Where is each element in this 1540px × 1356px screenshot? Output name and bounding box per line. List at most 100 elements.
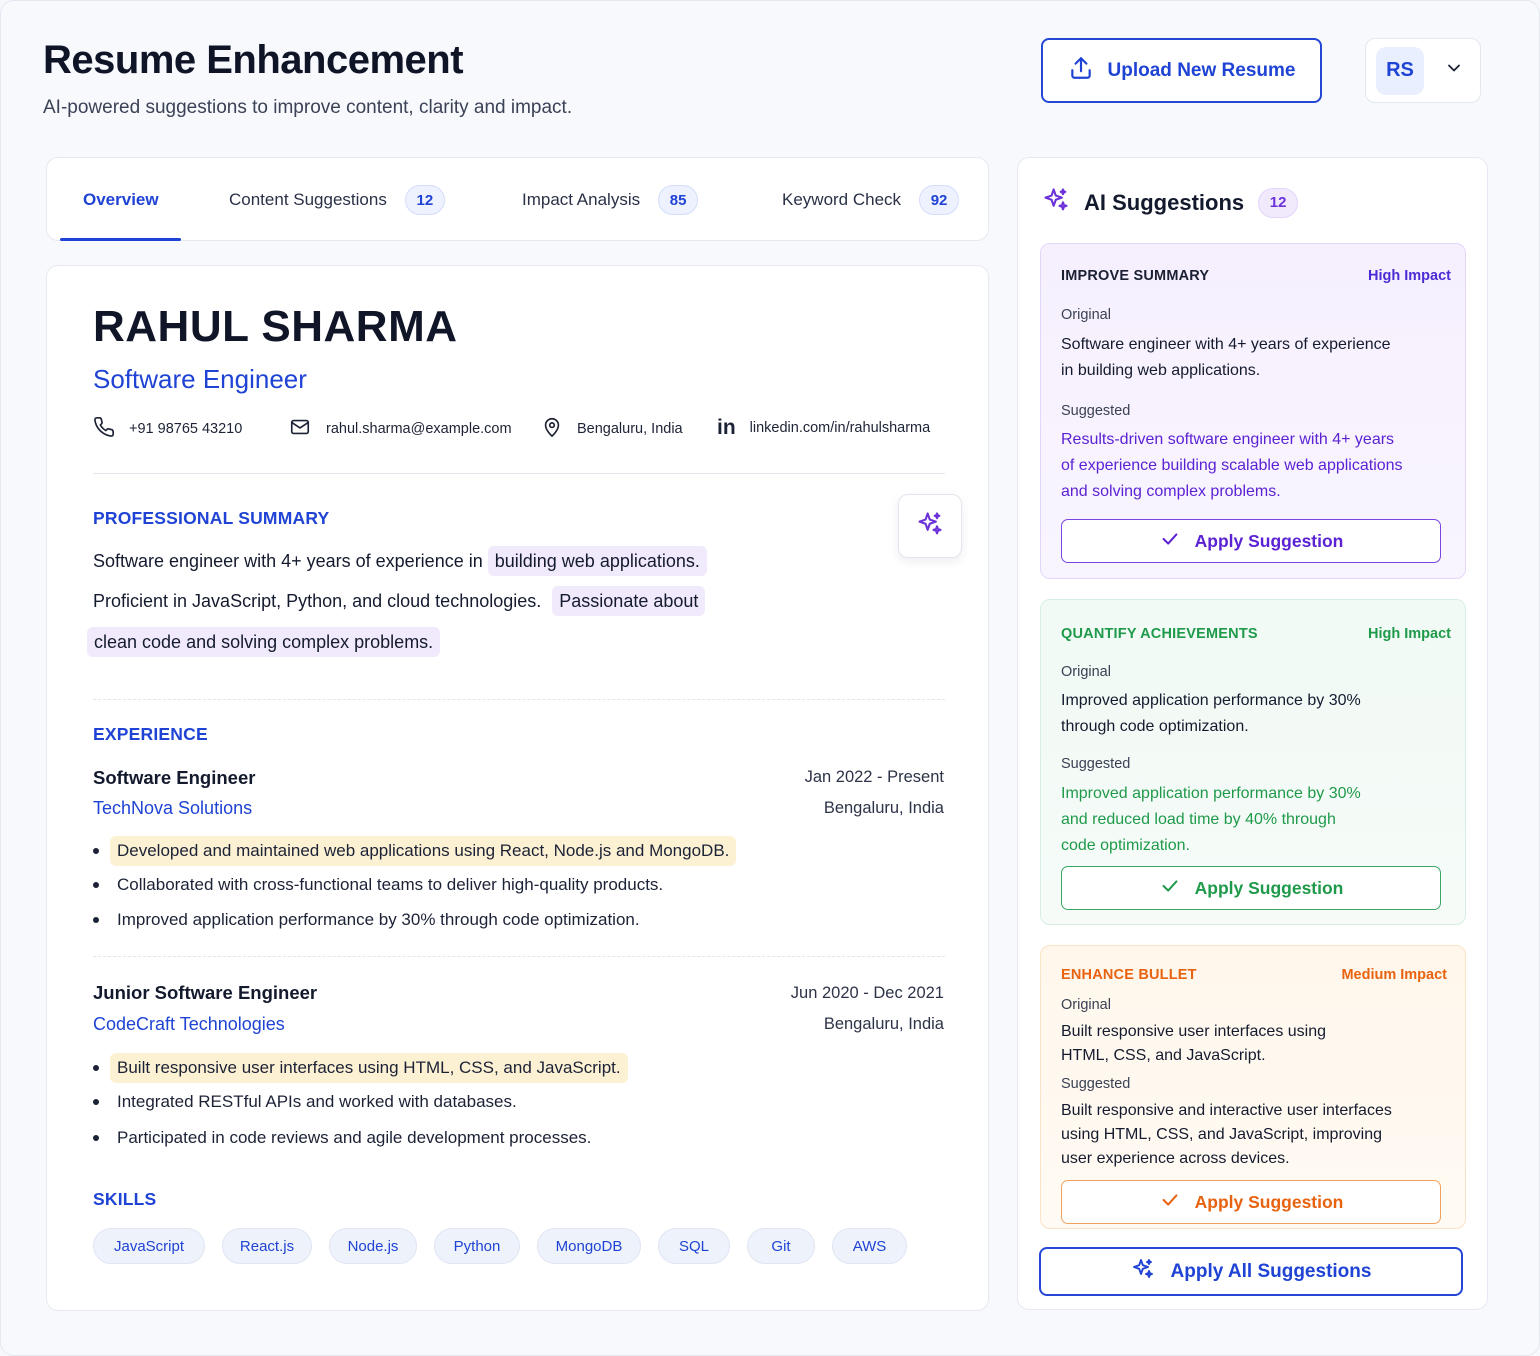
summary-text: Software engineer with 4+ years of exper… (93, 551, 483, 571)
highlighted-text[interactable]: Developed and maintained web application… (110, 836, 737, 866)
divider (93, 956, 945, 957)
tab-label: Content Suggestions (229, 190, 387, 209)
ai-panel-header: AI Suggestions 12 (1042, 186, 1299, 219)
contact-linkedin[interactable]: in linkedin.com/in/rahulsharma (717, 416, 930, 440)
impact-label: High Impact (1368, 268, 1451, 284)
text-line: Improved application performance by 30% (1061, 785, 1361, 802)
text-line: code optimization. (1061, 837, 1190, 854)
highlighted-text[interactable]: Built responsive user interfaces using H… (110, 1053, 628, 1083)
apply-label: Apply Suggestion (1194, 1191, 1344, 1212)
divider (93, 473, 945, 474)
suggestion-card-bullet: ENHANCE BULLET Medium Impact Original Bu… (1040, 945, 1466, 1229)
original-text: Built responsive user interfaces using H… (1061, 1020, 1326, 1068)
tab-bar: Overview Content Suggestions 12 Impact A… (46, 157, 989, 241)
apply-all-suggestions-button[interactable]: Apply All Suggestions (1039, 1247, 1463, 1296)
apply-suggestion-button[interactable]: Apply Suggestion (1061, 519, 1441, 563)
tab-label: Keyword Check (782, 190, 902, 209)
suggestion-heading: IMPROVE SUMMARY (1061, 268, 1210, 284)
text-line: Built responsive and interactive user in… (1061, 1102, 1392, 1119)
skill-chip[interactable]: React.js (222, 1228, 312, 1264)
text-line: through code optimization. (1061, 718, 1249, 735)
bullet-text: Integrated RESTful APIs and worked with … (117, 1092, 517, 1111)
linkedin-icon: in (717, 416, 736, 439)
suggestion-heading: ENHANCE BULLET (1061, 967, 1197, 983)
summary-line-1: Software engineer with 4+ years of exper… (93, 546, 707, 576)
upload-button-label: Upload New Resume (1107, 59, 1296, 81)
skill-chip[interactable]: Python (434, 1228, 520, 1264)
mail-icon (288, 416, 312, 442)
job-dates: Jun 2020 - Dec 2021 (790, 984, 944, 1002)
apply-suggestion-button[interactable]: Apply Suggestion (1061, 1180, 1441, 1224)
highlighted-text[interactable]: clean code and solving complex problems. (87, 627, 441, 657)
phone-icon (93, 416, 115, 442)
linkedin-text: linkedin.com/in/rahulsharma (749, 420, 931, 436)
suggestion-card-quantify: QUANTIFY ACHIEVEMENTS High Impact Origin… (1040, 599, 1466, 925)
list-item: Integrated RESTful APIs and worked with … (93, 1092, 517, 1112)
bullet-dot (93, 1135, 99, 1141)
list-item: Developed and maintained web application… (93, 836, 737, 866)
text-line: Software engineer with 4+ years of exper… (1061, 336, 1391, 353)
bullet-text: Participated in code reviews and agile d… (117, 1128, 592, 1147)
skill-chip[interactable]: Node.js (329, 1228, 417, 1264)
bullet-dot (93, 1099, 99, 1105)
resume-preview: RAHUL SHARMA Software Engineer +91 98765… (46, 265, 989, 1311)
contact-location: Bengaluru, India (541, 416, 683, 442)
ai-panel-title: AI Suggestions (1084, 189, 1245, 215)
ai-enhance-button[interactable] (898, 494, 962, 558)
text-line: Results-driven software engineer with 4+… (1061, 431, 1395, 448)
tab-content-suggestions[interactable]: Content Suggestions 12 (229, 158, 445, 242)
list-item: Collaborated with cross-functional teams… (93, 875, 663, 895)
suggested-label: Suggested (1061, 756, 1131, 772)
tab-label: Overview (83, 190, 159, 209)
phone-text: +91 98765 43210 (129, 421, 243, 437)
highlighted-text[interactable]: building web applications. (487, 546, 707, 576)
location-pin-icon (541, 416, 563, 442)
skill-chip[interactable]: Git (747, 1228, 815, 1264)
chevron-down-icon (1444, 58, 1464, 83)
count-badge: 12 (1258, 187, 1299, 218)
bullet-text: Collaborated with cross-functional teams… (117, 875, 664, 894)
upload-resume-button[interactable]: Upload New Resume (1041, 38, 1322, 103)
user-menu[interactable]: RS (1365, 38, 1481, 103)
divider (93, 699, 945, 700)
email-text: rahul.sharma@example.com (326, 421, 512, 437)
skill-chip[interactable]: AWS (832, 1228, 907, 1264)
job-location: Bengaluru, India (823, 799, 944, 817)
tab-keyword-check[interactable]: Keyword Check 92 (782, 158, 960, 242)
skill-chip[interactable]: SQL (658, 1228, 730, 1264)
suggested-text: Improved application performance by 30% … (1061, 781, 1361, 859)
bullet-dot (93, 917, 99, 923)
bullet-dot (93, 1065, 99, 1071)
upload-icon (1068, 55, 1094, 87)
text-line: Improved application performance by 30% (1061, 692, 1361, 709)
apply-suggestion-button[interactable]: Apply Suggestion (1061, 866, 1441, 910)
text-line: and solving complex problems. (1061, 483, 1281, 500)
tab-overview[interactable]: Overview (83, 158, 159, 242)
suggested-label: Suggested (1061, 403, 1131, 419)
active-tab-indicator (60, 238, 181, 241)
skill-chip[interactable]: JavaScript (93, 1228, 205, 1264)
highlighted-text[interactable]: Passionate about (552, 586, 706, 616)
sparkle-icon (916, 510, 944, 543)
tab-impact-analysis[interactable]: Impact Analysis 85 (522, 158, 699, 242)
check-icon (1159, 528, 1181, 555)
original-label: Original (1061, 664, 1111, 680)
skill-chip[interactable]: MongoDB (537, 1228, 641, 1264)
original-label: Original (1061, 997, 1111, 1013)
avatar: RS (1376, 46, 1424, 95)
experience-heading: EXPERIENCE (93, 724, 208, 744)
list-item: Built responsive user interfaces using H… (93, 1053, 628, 1083)
bullet-dot (93, 882, 99, 888)
job-dates: Jan 2022 - Present (804, 768, 944, 786)
text-line: Built responsive user interfaces using (1061, 1023, 1327, 1040)
text-line: HTML, CSS, and JavaScript. (1061, 1047, 1266, 1064)
impact-label: Medium Impact (1341, 967, 1447, 983)
sparkle-icon (1131, 1257, 1155, 1287)
list-item: Improved application performance by 30% … (93, 910, 640, 930)
suggested-label: Suggested (1061, 1076, 1131, 1092)
candidate-name: RAHUL SHARMA (93, 302, 458, 351)
job-title: Software Engineer (93, 767, 256, 788)
page-subtitle: AI-powered suggestions to improve conten… (43, 97, 573, 118)
job-title: Junior Software Engineer (93, 982, 318, 1003)
impact-label: High Impact (1368, 626, 1451, 642)
